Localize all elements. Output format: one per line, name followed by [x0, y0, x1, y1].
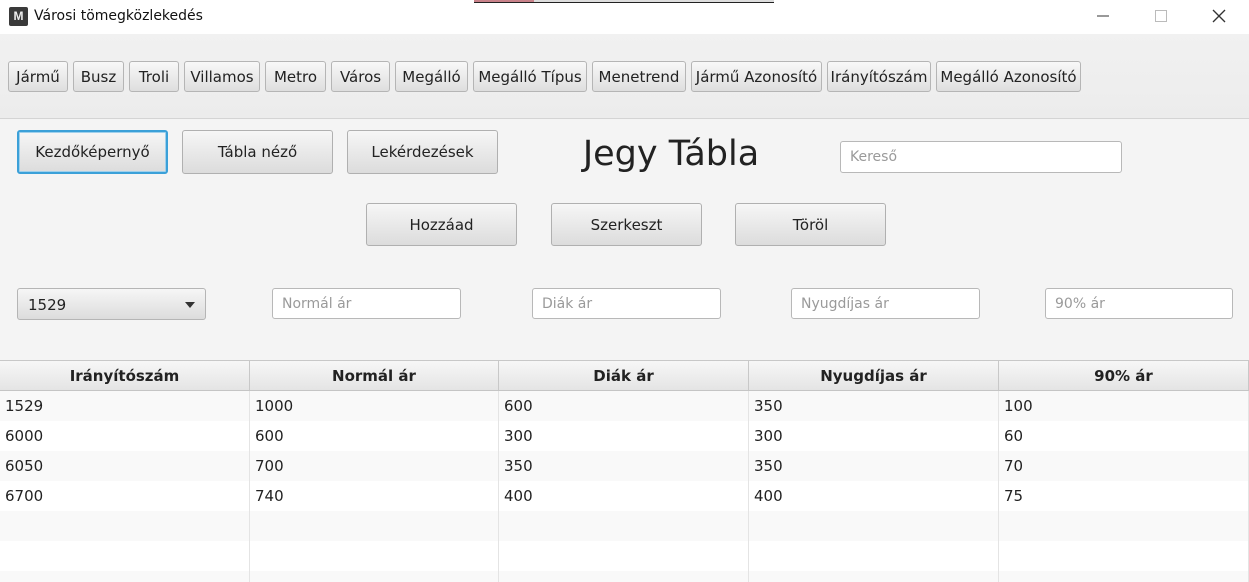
table-cell: 1529	[0, 391, 250, 421]
table-row[interactable]: 6000 600 300 300 60	[0, 421, 1249, 451]
table-cell: 300	[749, 421, 999, 451]
zip-select[interactable]: 1529	[17, 288, 206, 320]
title-bar: M Városi tömegközlekedés	[0, 0, 1249, 34]
chevron-down-icon	[185, 302, 195, 308]
delete-button[interactable]: Töröl	[735, 203, 886, 246]
search-input[interactable]	[840, 141, 1122, 173]
table-row-empty[interactable]	[0, 511, 1249, 541]
tab-jarmu-azonosito[interactable]: Jármű Azonosító	[691, 61, 822, 92]
close-icon[interactable]	[1196, 0, 1242, 32]
tab-jarmu[interactable]: Jármű	[8, 61, 68, 92]
header-zip[interactable]: Irányítószám	[0, 361, 250, 390]
table-cell	[999, 571, 1249, 582]
table-toolbar: Jármű Busz Troli Villamos Metro Város Me…	[0, 34, 1249, 119]
tab-menetrend[interactable]: Menetrend	[592, 61, 686, 92]
table-cell: 400	[499, 481, 749, 511]
table-cell: 300	[499, 421, 749, 451]
table-row[interactable]: 6700 740 400 400 75	[0, 481, 1249, 511]
tab-varos[interactable]: Város	[331, 61, 390, 92]
table-cell	[250, 511, 499, 541]
table-cell	[0, 571, 250, 582]
table-cell: 75	[999, 481, 1249, 511]
table-cell: 60	[999, 421, 1249, 451]
maximize-icon[interactable]	[1138, 0, 1184, 32]
table-cell: 6050	[0, 451, 250, 481]
queries-button[interactable]: Lekérdezések	[347, 130, 498, 174]
table-header: Irányítószám Normál ár Diák ár Nyugdíjas…	[0, 361, 1249, 391]
table-view-button[interactable]: Tábla néző	[182, 130, 333, 174]
header-ninety-price[interactable]: 90% ár	[999, 361, 1249, 390]
tab-metro[interactable]: Metro	[265, 61, 326, 92]
table-cell: 400	[749, 481, 999, 511]
app-logo-icon: M	[9, 7, 28, 26]
header-student-price[interactable]: Diák ár	[499, 361, 749, 390]
title-decoration	[474, 0, 774, 3]
tab-megallo-tipus[interactable]: Megálló Típus	[473, 61, 587, 92]
normal-price-input[interactable]	[272, 288, 461, 319]
table-row-empty[interactable]	[0, 571, 1249, 582]
tab-megallo[interactable]: Megálló	[395, 61, 468, 92]
table-row-empty[interactable]	[0, 541, 1249, 571]
table-cell: 700	[250, 451, 499, 481]
table-cell: 350	[749, 451, 999, 481]
table-cell	[749, 541, 999, 571]
table-cell: 70	[999, 451, 1249, 481]
table-body: 1529 1000 600 350 100 6000 600 300 300 6…	[0, 391, 1249, 582]
table-cell: 6000	[0, 421, 250, 451]
table-cell: 600	[499, 391, 749, 421]
table-cell	[999, 511, 1249, 541]
table-cell: 740	[250, 481, 499, 511]
minimize-icon[interactable]	[1080, 0, 1126, 32]
page-title: Jegy Tábla	[582, 134, 760, 174]
table-cell: 100	[999, 391, 1249, 421]
zip-select-value: 1529	[28, 296, 67, 314]
table-cell	[499, 511, 749, 541]
table-cell: 350	[749, 391, 999, 421]
table-row[interactable]: 6050 700 350 350 70	[0, 451, 1249, 481]
table-cell	[499, 541, 749, 571]
table-cell	[749, 511, 999, 541]
tab-villamos[interactable]: Villamos	[184, 61, 260, 92]
table-row[interactable]: 1529 1000 600 350 100	[0, 391, 1249, 421]
table-cell	[250, 541, 499, 571]
table-cell	[999, 541, 1249, 571]
tab-megallo-azonosito[interactable]: Megálló Azonosító	[936, 61, 1081, 92]
table-cell: 350	[499, 451, 749, 481]
table-cell: 600	[250, 421, 499, 451]
table-cell	[250, 571, 499, 582]
window-title: Városi tömegközlekedés	[34, 8, 203, 24]
add-button[interactable]: Hozzáad	[366, 203, 517, 246]
pension-price-input[interactable]	[791, 288, 980, 319]
ninety-price-input[interactable]	[1045, 288, 1233, 319]
tab-busz[interactable]: Busz	[73, 61, 124, 92]
edit-button[interactable]: Szerkeszt	[551, 203, 702, 246]
table-cell	[499, 571, 749, 582]
table-cell: 1000	[250, 391, 499, 421]
header-pension-price[interactable]: Nyugdíjas ár	[749, 361, 999, 390]
tab-iranyitoszam[interactable]: Irányítószám	[827, 61, 931, 92]
table-cell	[749, 571, 999, 582]
tab-troli[interactable]: Troli	[129, 61, 179, 92]
ticket-table[interactable]: Irányítószám Normál ár Diák ár Nyugdíjas…	[0, 360, 1249, 582]
home-button[interactable]: Kezdőképernyő	[17, 130, 168, 174]
student-price-input[interactable]	[532, 288, 721, 319]
table-cell	[0, 541, 250, 571]
table-cell: 6700	[0, 481, 250, 511]
table-cell	[0, 511, 250, 541]
header-normal-price[interactable]: Normál ár	[250, 361, 499, 390]
